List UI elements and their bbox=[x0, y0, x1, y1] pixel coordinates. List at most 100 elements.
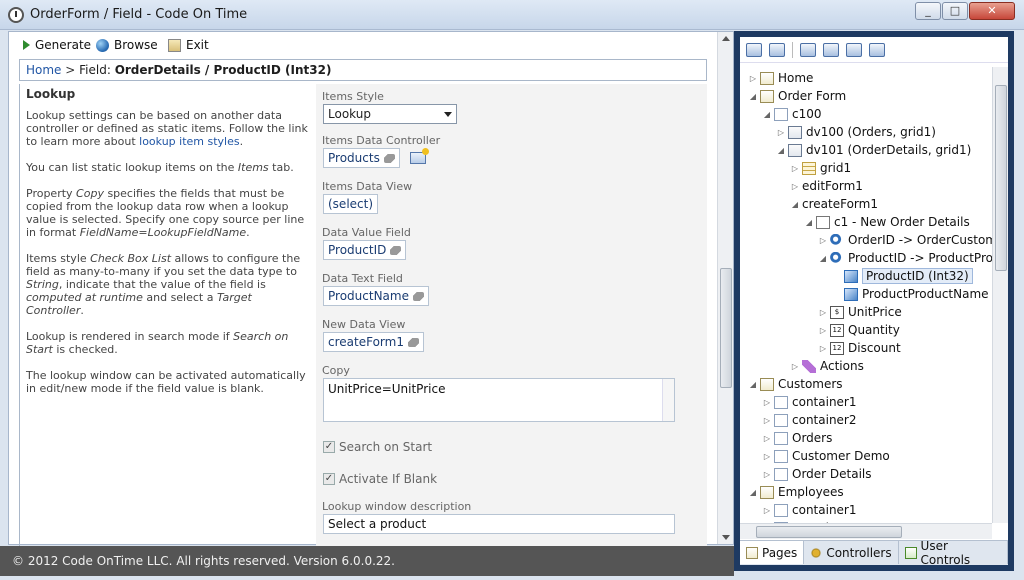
content-area: Lookup Lookup settings can be based on a… bbox=[19, 84, 707, 546]
toolbar-separator bbox=[792, 41, 793, 58]
data-text-field[interactable]: ProductName bbox=[323, 286, 429, 306]
copy-scrollbar[interactable] bbox=[662, 379, 674, 421]
scroll-down-icon[interactable] bbox=[722, 535, 730, 540]
expand-icon[interactable]: ▷ bbox=[818, 326, 828, 335]
tree-node-selected[interactable]: ProductID (Int32) bbox=[832, 267, 973, 285]
collapse-icon[interactable]: ◢ bbox=[748, 380, 758, 389]
tree-node[interactable]: ▷ dv100 (Orders, grid1) bbox=[776, 123, 936, 141]
tree-node[interactable]: ◢ c100 bbox=[762, 105, 822, 123]
tree-node[interactable]: ▷ 12 Quantity bbox=[818, 321, 900, 339]
expand-icon[interactable]: ▷ bbox=[762, 506, 772, 515]
pencil-icon[interactable] bbox=[412, 291, 424, 301]
list-icon[interactable] bbox=[846, 42, 862, 57]
collapse-icon[interactable]: ◢ bbox=[804, 218, 814, 227]
tree-node[interactable]: ◢ ProductID -> ProductProduct bbox=[818, 249, 992, 267]
expand-icon[interactable]: ▷ bbox=[762, 452, 772, 461]
pencil-icon[interactable] bbox=[383, 153, 395, 163]
tree-node[interactable]: ◢ c1 - New Order Details bbox=[804, 213, 970, 231]
scroll-thumb[interactable] bbox=[995, 85, 1007, 271]
tree-node[interactable]: ▷ grid1 bbox=[790, 159, 851, 177]
items-data-controller-field[interactable]: Products bbox=[323, 148, 400, 168]
collapse-icon[interactable]: ◢ bbox=[818, 254, 828, 263]
tree-node[interactable]: ▷ Order Details bbox=[762, 465, 872, 483]
new-data-view-label: New Data View bbox=[322, 318, 406, 331]
scroll-up-icon[interactable] bbox=[722, 36, 730, 41]
collapse-icon[interactable]: ◢ bbox=[748, 488, 758, 497]
tree-node[interactable]: ◢ Order Form bbox=[748, 87, 846, 105]
tree-node[interactable]: ◢ dv101 (OrderDetails, grid1) bbox=[776, 141, 971, 159]
copy-textarea[interactable]: UnitPrice=UnitPrice bbox=[323, 378, 675, 422]
tree-node[interactable]: ▷ 12 Discount bbox=[818, 339, 901, 357]
minimize-button[interactable]: _ bbox=[915, 2, 941, 20]
breadcrumb-field-label: Field: bbox=[79, 63, 115, 77]
refresh-icon[interactable] bbox=[769, 42, 785, 57]
collapse-icon[interactable]: ◢ bbox=[776, 146, 786, 155]
tab-controllers[interactable]: Controllers bbox=[804, 541, 899, 564]
tree-node[interactable]: ◢ Employees bbox=[748, 483, 844, 501]
pencil-icon[interactable] bbox=[390, 245, 402, 255]
tree-node[interactable]: ProductProductName bbox=[832, 285, 989, 303]
data-value-field[interactable]: ProductID bbox=[323, 240, 407, 260]
items-style-select[interactable]: Lookup bbox=[323, 104, 457, 124]
tree-node-label: c1 - New Order Details bbox=[834, 215, 970, 229]
help-emphasis: FieldName=LookupFieldName bbox=[79, 226, 247, 239]
tree-vertical-scrollbar[interactable] bbox=[992, 67, 1008, 523]
help-title: Lookup bbox=[26, 87, 76, 101]
expand-icon[interactable]: ▷ bbox=[818, 236, 828, 245]
checklist-icon[interactable] bbox=[869, 42, 885, 57]
settings-icon[interactable] bbox=[823, 42, 839, 57]
tab-pages[interactable]: Pages bbox=[740, 541, 805, 564]
expand-icon[interactable]: ▷ bbox=[776, 128, 786, 137]
sync-icon[interactable] bbox=[746, 42, 762, 57]
search-on-start-checkbox[interactable]: ✓ Search on Start bbox=[323, 440, 432, 454]
main-scrollbar[interactable] bbox=[717, 32, 733, 544]
help-text: . bbox=[246, 226, 250, 239]
expand-icon[interactable]: ▷ bbox=[762, 416, 772, 425]
expand-icon[interactable]: ▷ bbox=[748, 74, 758, 83]
expand-icon[interactable]: ▷ bbox=[790, 362, 800, 371]
new-page-icon[interactable] bbox=[800, 42, 816, 57]
exit-button[interactable]: Exit bbox=[168, 36, 209, 54]
checkmark-icon: ✓ bbox=[323, 441, 335, 453]
activate-if-blank-checkbox[interactable]: ✓ Activate If Blank bbox=[323, 472, 437, 486]
generate-button[interactable]: Generate bbox=[23, 36, 91, 54]
collapse-icon[interactable]: ◢ bbox=[790, 200, 800, 209]
tree-node[interactable]: ◢ Customers bbox=[748, 375, 843, 393]
tree-node[interactable]: ▷ Customer Demo bbox=[762, 447, 890, 465]
add-controller-icon[interactable] bbox=[410, 148, 429, 164]
expand-icon[interactable]: ▷ bbox=[818, 344, 828, 353]
tree-node[interactable]: ▷ Orders bbox=[762, 429, 832, 447]
breadcrumb-home-link[interactable]: Home bbox=[26, 63, 61, 77]
tab-user-controls[interactable]: User Controls bbox=[899, 539, 1008, 567]
expand-icon[interactable]: ▷ bbox=[762, 470, 772, 479]
collapse-icon[interactable]: ◢ bbox=[748, 92, 758, 101]
new-data-view-field[interactable]: createForm1 bbox=[323, 332, 424, 352]
expand-icon[interactable]: ▷ bbox=[790, 182, 800, 191]
expand-icon[interactable]: ▷ bbox=[818, 308, 828, 317]
lookup-window-description-input[interactable]: Select a product bbox=[323, 514, 675, 534]
expand-icon[interactable]: ▷ bbox=[762, 398, 772, 407]
items-data-view-field[interactable]: (select) bbox=[323, 194, 379, 214]
maximize-button[interactable]: □ bbox=[942, 2, 968, 20]
tree-node[interactable]: ▷ container1 bbox=[762, 501, 857, 519]
browse-button[interactable]: Browse bbox=[96, 36, 158, 54]
tree-node-label: Quantity bbox=[848, 323, 900, 337]
tree-node[interactable]: ▷ Home bbox=[748, 69, 814, 87]
scroll-thumb[interactable] bbox=[720, 268, 732, 388]
scroll-thumb[interactable] bbox=[756, 526, 902, 538]
explorer-panel: ▷ Home ◢ Order Form ◢ c100 ▷ dv100 (Orders, … bbox=[740, 37, 1008, 567]
close-button[interactable]: ✕ bbox=[969, 2, 1015, 20]
tree-node[interactable]: ▷ container1 bbox=[762, 393, 857, 411]
lookup-item-styles-link[interactable]: lookup item styles bbox=[139, 135, 239, 148]
tree-node[interactable]: ▷ Actions bbox=[790, 357, 864, 375]
tree-node[interactable]: ▷ $ UnitPrice bbox=[818, 303, 902, 321]
tree-node[interactable]: ▷ container2 bbox=[762, 411, 857, 429]
pencil-icon[interactable] bbox=[407, 337, 419, 347]
expand-icon[interactable]: ▷ bbox=[762, 434, 772, 443]
collapse-icon[interactable]: ◢ bbox=[762, 110, 772, 119]
expand-icon[interactable]: ▷ bbox=[790, 164, 800, 173]
tree-horizontal-scrollbar[interactable] bbox=[740, 523, 992, 539]
tree-node[interactable]: ◢ createForm1 bbox=[790, 195, 878, 213]
tree-node[interactable]: ▷ OrderID -> OrderCustomer bbox=[818, 231, 992, 249]
tree-node[interactable]: ▷ editForm1 bbox=[790, 177, 863, 195]
